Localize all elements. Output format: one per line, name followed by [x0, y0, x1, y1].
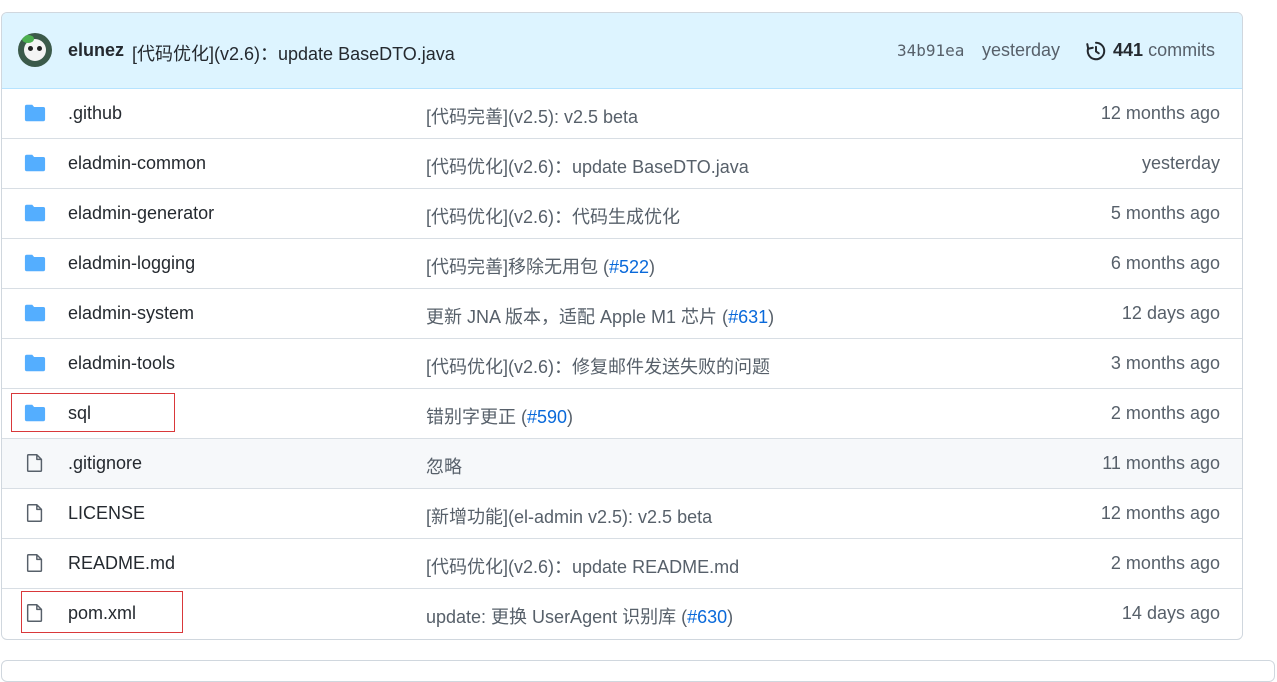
commit-message-link[interactable]: [代码完善](v2.5): v2.5 beta — [426, 103, 638, 129]
commit-message-link[interactable]: 忽略 — [426, 453, 462, 479]
file-row[interactable]: eladmin-common [代码优化](v2.6)：update BaseDT… — [2, 139, 1242, 189]
file-row[interactable]: .gitignore 忽略 11 months ago — [2, 439, 1242, 489]
history-icon[interactable] — [1085, 40, 1107, 62]
commit-message-link[interactable]: [代码优化](v2.6)：update README.md — [426, 553, 739, 579]
last-updated: 2 months ago — [1110, 553, 1220, 573]
last-updated: 6 months ago — [1110, 253, 1220, 273]
file-name-link[interactable]: .gitignore — [68, 453, 142, 474]
pull-request-link[interactable]: #630 — [687, 607, 727, 627]
file-name-link[interactable]: eladmin-logging — [68, 253, 195, 274]
last-updated: 3 months ago — [1110, 353, 1220, 373]
highlight-box-sql — [11, 393, 175, 432]
commit-message-link[interactable]: [代码完善]移除无用包 (#522) — [426, 253, 655, 279]
pull-request-link[interactable]: #522 — [609, 257, 649, 277]
commit-time: yesterday — [982, 40, 1061, 60]
last-updated: 12 months ago — [1100, 503, 1220, 523]
file-browser: elunez [代码优化](v2.6)：update BaseDTO.java … — [1, 12, 1243, 640]
file-row[interactable]: eladmin-generator [代码优化](v2.6)：代码生成优化 5 mo… — [2, 189, 1242, 239]
file-name-link[interactable]: README.md — [68, 553, 175, 574]
commit-message-link[interactable]: 更新 JNA 版本，适配 Apple M1 芯片 (#631) — [426, 303, 774, 329]
last-updated: 12 months ago — [1100, 103, 1220, 123]
folder-icon — [24, 303, 46, 323]
folder-icon — [24, 353, 46, 373]
folder-icon — [24, 203, 46, 223]
commit-sha-link[interactable]: 34b91ea — [897, 41, 964, 60]
file-row[interactable]: eladmin-logging [代码完善]移除无用包 (#522) 6 month… — [2, 239, 1242, 289]
pull-request-link[interactable]: #631 — [728, 307, 768, 327]
last-updated: 12 days ago — [1121, 303, 1220, 323]
folder-icon — [24, 103, 46, 123]
pull-request-link[interactable]: #590 — [527, 407, 567, 427]
latest-commit-bar: elunez [代码优化](v2.6)：update BaseDTO.java … — [2, 13, 1242, 89]
file-row[interactable]: eladmin-system 更新 JNA 版本，适配 Apple M1 芯片 (… — [2, 289, 1242, 339]
last-updated: 11 months ago — [1102, 453, 1220, 473]
folder-icon — [24, 153, 46, 173]
file-icon — [24, 553, 46, 573]
file-icon — [24, 453, 46, 473]
folder-icon — [24, 253, 46, 273]
file-name-link[interactable]: .github — [68, 103, 122, 124]
file-name-link[interactable]: eladmin-system — [68, 303, 194, 324]
file-row[interactable]: eladmin-tools [代码优化](v2.6)：修复邮件发送失败的问题 3 m… — [2, 339, 1242, 389]
file-name-link[interactable]: eladmin-generator — [68, 203, 214, 224]
commit-message-link[interactable]: [代码优化](v2.6)：update BaseDTO.java — [426, 153, 749, 179]
file-list: .github [代码完善](v2.5): v2.5 beta 12 months … — [2, 89, 1242, 638]
commit-message-link[interactable]: [代码优化](v2.6)：修复邮件发送失败的问题 — [426, 353, 770, 379]
commit-message-link[interactable]: update: 更换 UserAgent 识别库 (#630) — [426, 603, 733, 629]
last-updated: 5 months ago — [1110, 203, 1220, 223]
file-row[interactable]: LICENSE [新增功能](el-admin v2.5): v2.5 beta 1… — [2, 489, 1242, 539]
file-icon — [24, 503, 46, 523]
last-updated: 14 days ago — [1121, 603, 1220, 623]
file-name-link[interactable]: eladmin-common — [68, 153, 206, 174]
commit-message-link[interactable]: [代码优化](v2.6)：代码生成优化 — [426, 203, 680, 229]
file-row[interactable]: pom.xml update: 更换 UserAgent 识别库 (#630) 14… — [2, 589, 1242, 638]
file-name-link[interactable]: LICENSE — [68, 503, 145, 524]
commit-count-link[interactable]: 441 commits — [1113, 40, 1215, 61]
file-name-link[interactable]: eladmin-tools — [68, 353, 175, 374]
file-row[interactable]: .github [代码完善](v2.5): v2.5 beta 12 months … — [2, 89, 1242, 139]
last-updated: 2 months ago — [1110, 403, 1220, 423]
readme-box-edge — [1, 660, 1275, 682]
author-avatar[interactable] — [18, 33, 52, 67]
highlight-box-pom — [21, 591, 183, 633]
commit-message-link[interactable]: [新增功能](el-admin v2.5): v2.5 beta — [426, 503, 712, 529]
commit-author-link[interactable]: elunez — [68, 40, 124, 61]
file-row[interactable]: README.md [代码优化](v2.6)：update README.md 2 … — [2, 539, 1242, 589]
commit-message-link[interactable]: [代码优化](v2.6)：update BaseDTO.java — [132, 40, 455, 66]
file-row[interactable]: sql 错别字更正 (#590) 2 months ago — [2, 389, 1242, 439]
commit-message-link[interactable]: 错别字更正 (#590) — [426, 403, 573, 429]
last-updated: yesterday — [1141, 153, 1220, 173]
